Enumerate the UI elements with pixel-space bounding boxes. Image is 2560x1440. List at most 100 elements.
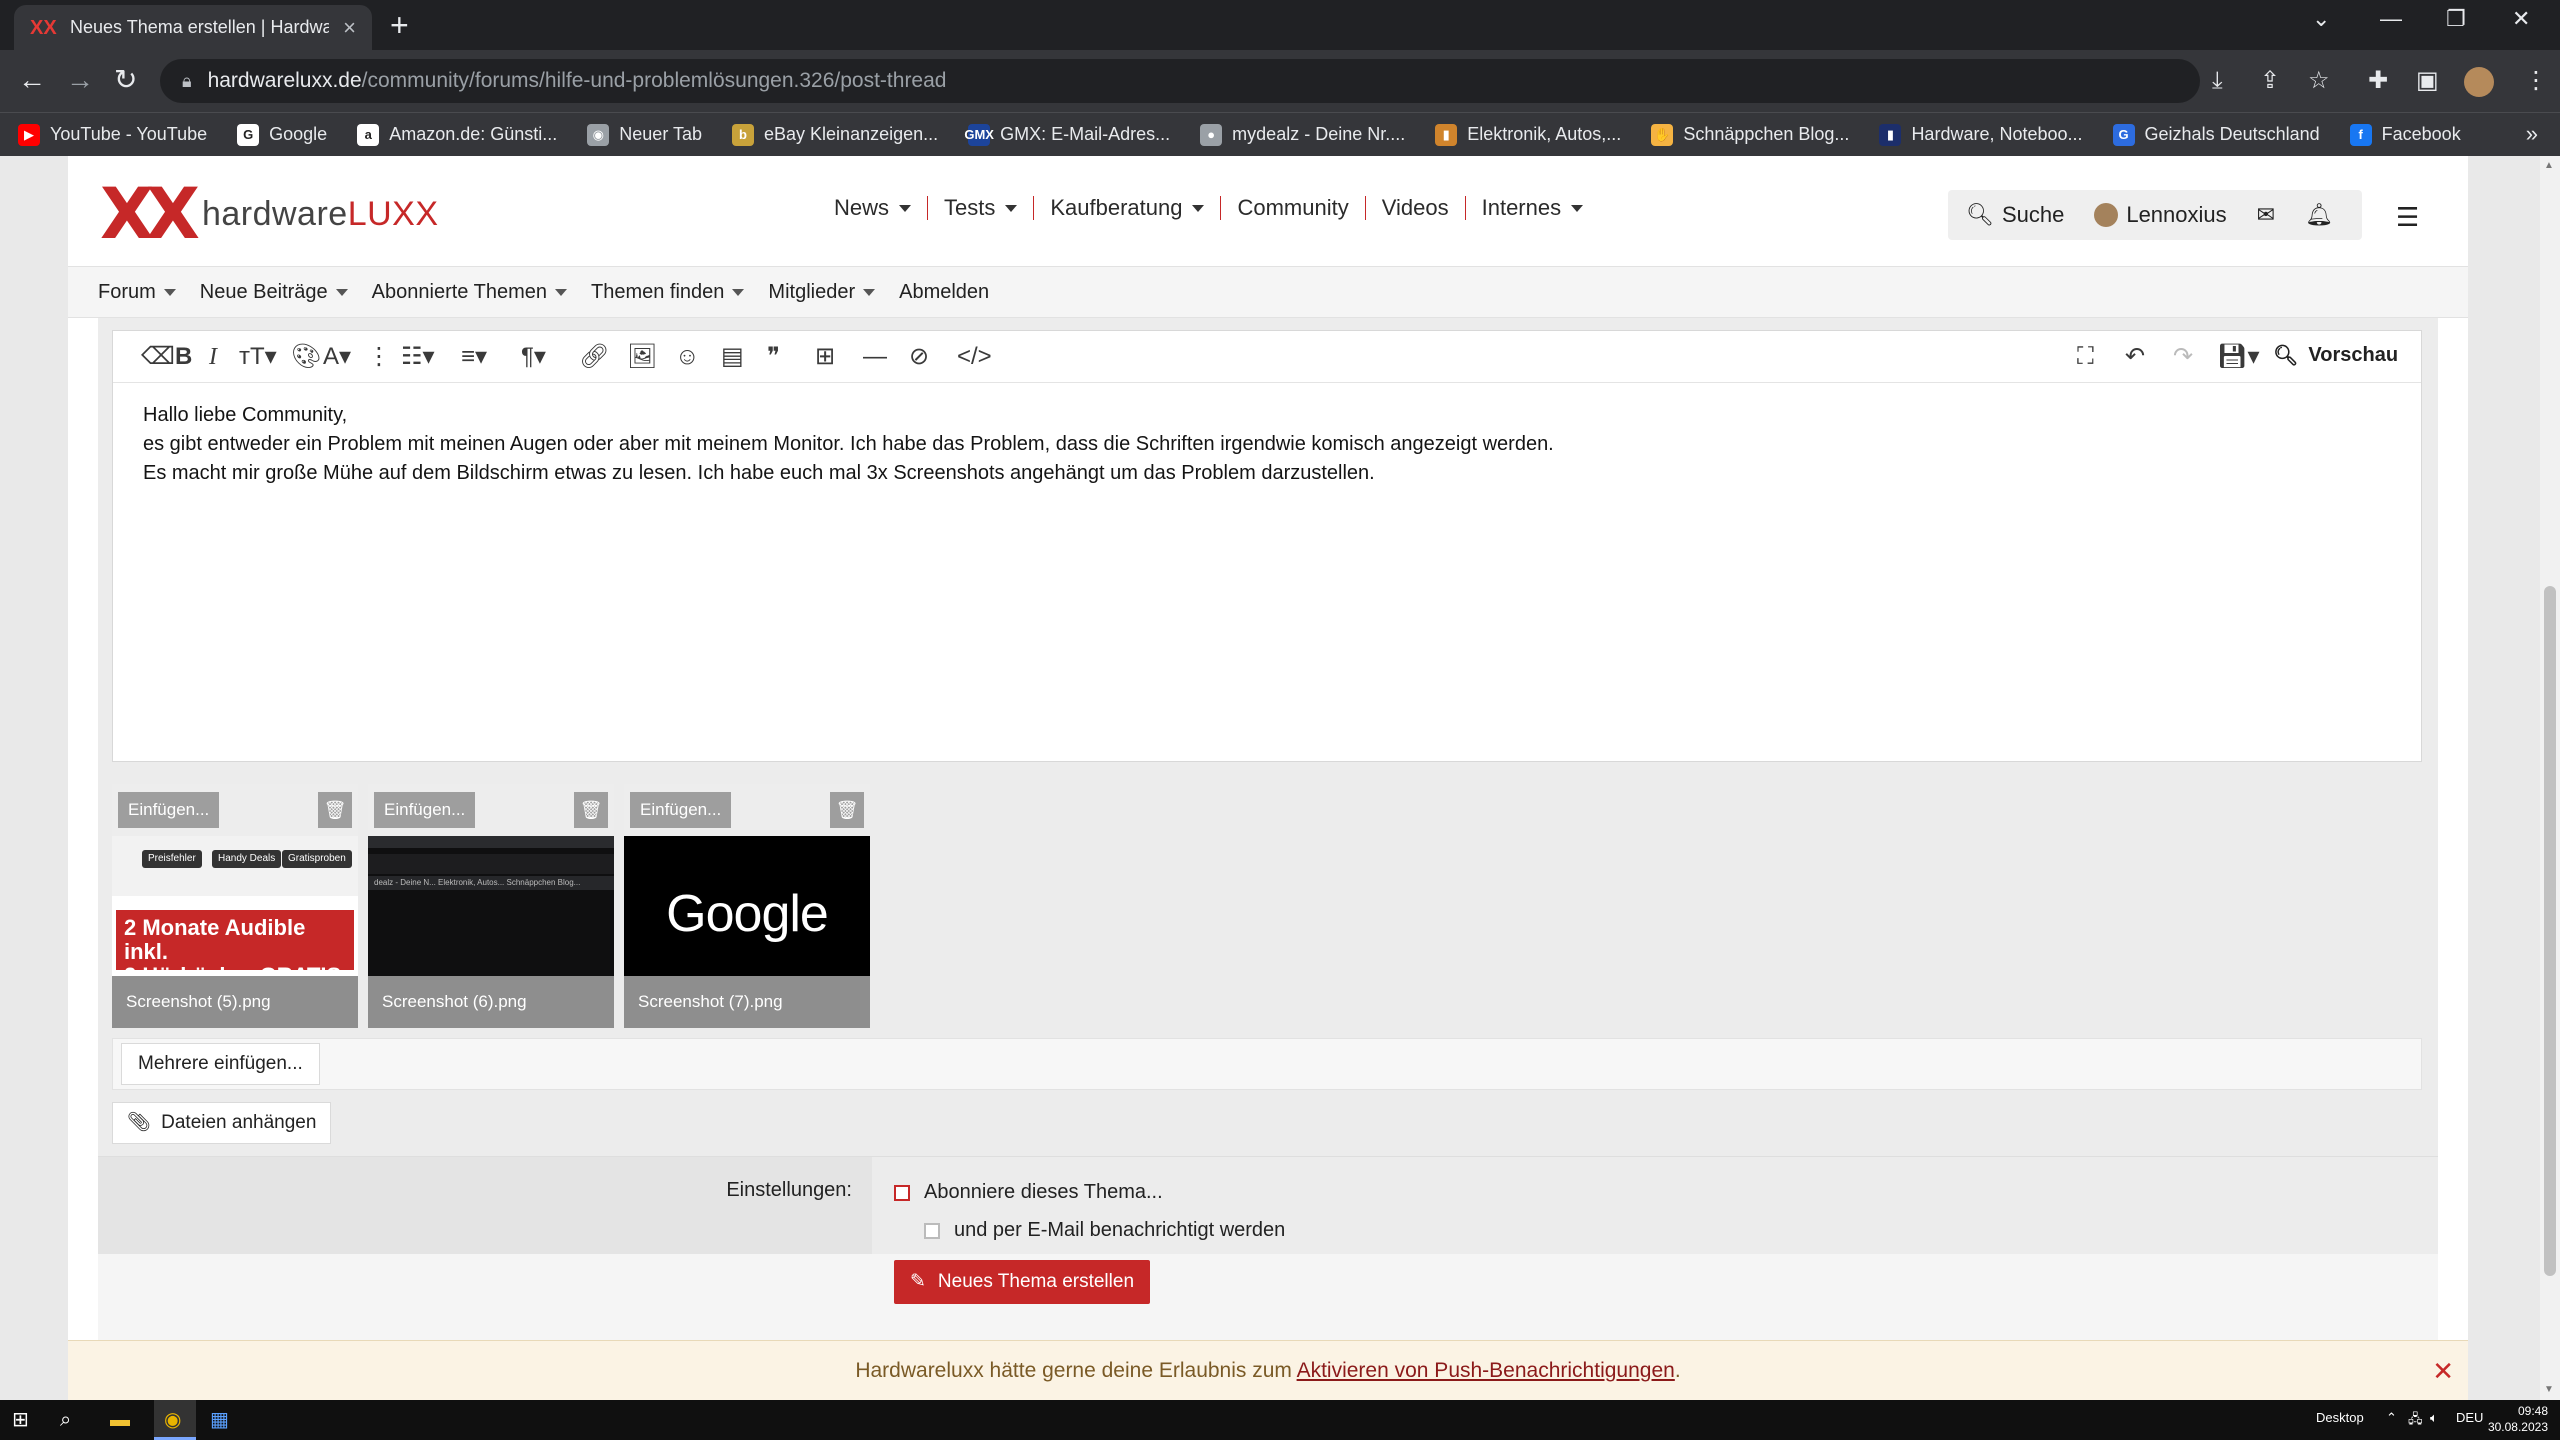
profile-avatar[interactable] <box>2464 67 2494 97</box>
bookmark-item[interactable]: f Facebook <box>2349 123 2461 146</box>
file-explorer-icon[interactable]: ▬ <box>110 1408 130 1432</box>
bookmark-item[interactable]: ▮ Elektronik, Autos,... <box>1435 123 1621 146</box>
spoiler-icon[interactable]: ⊘ <box>909 343 929 371</box>
volume-icon[interactable]: 🔈︎ <box>2430 1410 2438 1426</box>
bookmark-item[interactable]: G Google <box>237 123 327 146</box>
page-scrollbar[interactable]: ▲ ▼ <box>2540 156 2560 1400</box>
share-icon[interactable]: ⇪ <box>2260 67 2280 95</box>
list-icon[interactable]: ☷▾ <box>401 343 435 371</box>
horizontal-rule-icon[interactable]: — <box>863 343 887 371</box>
insert-button[interactable]: Einfügen... <box>630 792 732 828</box>
checkbox-box[interactable] <box>894 1184 910 1201</box>
nav-news[interactable]: News <box>818 196 929 220</box>
preview-button[interactable]: 🔍︎ Vorschau <box>2273 343 2398 368</box>
subnav-forum[interactable]: Forum <box>98 281 176 304</box>
link-icon[interactable]: 🔗︎ <box>579 343 609 371</box>
tray-chevron-icon[interactable]: ⌃ <box>2386 1410 2397 1426</box>
mail-icon[interactable]: ✉ <box>2257 202 2275 228</box>
nav-videos[interactable]: Videos <box>1366 196 1466 220</box>
close-icon[interactable]: ✕ <box>2432 1341 2454 1400</box>
bold-icon[interactable]: B <box>175 343 192 371</box>
email-notify-checkbox[interactable]: und per E-Mail benachrichtigt werden <box>924 1219 1285 1242</box>
search-button[interactable]: 🔍︎ Suche <box>1966 202 2064 228</box>
more-options-icon[interactable]: ⋮ <box>367 343 391 371</box>
subnav-logout[interactable]: Abmelden <box>899 281 989 304</box>
attach-files-button[interactable]: 📎︎ Dateien anhängen <box>112 1102 332 1144</box>
subscribe-checkbox[interactable]: Abonniere dieses Thema... <box>894 1181 1163 1204</box>
nav-tests[interactable]: Tests <box>928 196 1035 220</box>
subnav-find-threads[interactable]: Themen finden <box>591 281 745 304</box>
calculator-icon[interactable]: ▦ <box>210 1408 229 1432</box>
nav-internes[interactable]: Internes <box>1466 196 1600 220</box>
scrollbar-thumb[interactable] <box>2544 586 2556 1276</box>
scroll-up-icon[interactable]: ▲ <box>2544 160 2554 171</box>
back-arrow-icon[interactable]: ← <box>18 64 46 96</box>
site-logo[interactable]: XX hardwareLUXX <box>100 179 439 249</box>
attachment-thumbnail[interactable]: dealz - Deine N... Elektronik, Autos... … <box>368 836 614 976</box>
bookmark-item[interactable]: G Geizhals Deutschland <box>2112 123 2320 146</box>
user-menu[interactable]: Lennoxius <box>2094 202 2227 228</box>
tab-close-icon[interactable]: × <box>343 15 356 41</box>
subnav-subscribed[interactable]: Abonnierte Themen <box>372 281 567 304</box>
bookmark-item[interactable]: ▮ Hardware, Noteboo... <box>1879 123 2083 146</box>
image-icon[interactable]: 🖼︎ <box>627 343 657 371</box>
extensions-puzzle-icon[interactable]: ✚ <box>2368 67 2388 95</box>
bookmark-item[interactable]: ▶ YouTube - YouTube <box>18 123 207 146</box>
window-close-icon[interactable]: ✕ <box>2512 6 2530 32</box>
paragraph-icon[interactable]: ¶▾ <box>521 343 546 371</box>
palette-icon[interactable]: 🎨︎ <box>291 343 321 371</box>
subnav-new-posts[interactable]: Neue Beiträge <box>200 281 348 304</box>
editor-body[interactable]: Hallo liebe Community, es gibt entweder … <box>143 401 1554 488</box>
reload-icon[interactable]: ↻ <box>114 64 137 96</box>
bookmark-item[interactable]: GMX GMX: E-Mail-Adres... <box>964 123 1170 146</box>
code-icon[interactable]: </> <box>957 343 992 371</box>
bookmark-item[interactable]: ◉ Neuer Tab <box>587 123 702 146</box>
nav-kaufberatung[interactable]: Kaufberatung <box>1034 196 1222 220</box>
network-icon[interactable]: 🖧︎ <box>2408 1410 2423 1432</box>
trash-icon[interactable]: 🗑︎ <box>830 792 864 828</box>
bookmark-item[interactable]: b eBay Kleinanzeigen... <box>732 123 938 146</box>
hamburger-menu-icon[interactable]: ☰ <box>2396 202 2419 233</box>
forward-arrow-icon[interactable]: → <box>66 64 94 96</box>
new-tab-button[interactable]: + <box>390 8 409 42</box>
system-clock[interactable]: 09:48 30.08.2023 <box>2478 1403 2548 1435</box>
text-color-icon[interactable]: A▾ <box>323 343 351 371</box>
browser-tab-active[interactable]: XX Neues Thema erstellen | Hardwar × <box>14 5 372 50</box>
bookmark-item[interactable]: a Amazon.de: Günsti... <box>357 123 557 146</box>
table-icon[interactable]: ⊞ <box>815 343 835 371</box>
insert-button[interactable]: Einfügen... <box>118 792 220 828</box>
desktop-toolbar-label[interactable]: Desktop <box>2316 1410 2364 1425</box>
undo-icon[interactable]: ↶ <box>2125 343 2145 371</box>
attachment-thumbnail[interactable]: Google <box>624 836 870 976</box>
minimize-icon[interactable]: — <box>2380 6 2402 32</box>
insert-multiple-button[interactable]: Mehrere einfügen... <box>121 1043 320 1085</box>
enable-push-link[interactable]: Aktivieren von Push-Benachrichtigungen <box>1297 1359 1675 1382</box>
media-gallery-icon[interactable]: ▤ <box>721 343 744 371</box>
install-icon[interactable]: ⤓ <box>2212 67 2223 95</box>
quote-icon[interactable]: ❞ <box>767 343 780 371</box>
windows-start-icon[interactable]: ⊞ <box>12 1408 29 1432</box>
bookmarks-overflow-icon[interactable]: » <box>2526 121 2538 147</box>
font-size-icon[interactable]: тT▾ <box>239 343 277 371</box>
fullscreen-icon[interactable]: ⛶ <box>2077 343 2094 371</box>
bookmark-item[interactable]: ✋ Schnäppchen Blog... <box>1651 123 1849 146</box>
side-panel-icon[interactable]: ▣ <box>2416 67 2439 95</box>
trash-icon[interactable]: 🗑︎ <box>574 792 608 828</box>
italic-icon[interactable]: I <box>209 343 217 371</box>
bell-icon[interactable]: 🔔︎ <box>2305 202 2333 228</box>
tab-search-chevron-icon[interactable]: ⌄ <box>2312 6 2330 32</box>
smiley-icon[interactable]: ☺ <box>675 343 700 371</box>
eraser-icon[interactable]: ⌫ <box>141 343 175 371</box>
drafts-icon[interactable]: 💾︎▾ <box>2217 343 2260 371</box>
scroll-down-icon[interactable]: ▼ <box>2544 1384 2554 1395</box>
nav-community[interactable]: Community <box>1221 196 1366 220</box>
chrome-menu-icon[interactable]: ⋮ <box>2524 67 2548 95</box>
bookmark-item[interactable]: ● mydealz - Deine Nr.... <box>1200 123 1405 146</box>
checkbox-box[interactable] <box>924 1222 940 1239</box>
align-icon[interactable]: ≡▾ <box>461 343 487 371</box>
search-icon[interactable]: ⌕ <box>60 1408 71 1432</box>
insert-button[interactable]: Einfügen... <box>374 792 476 828</box>
attachment-thumbnail[interactable]: Preisfehler Handy Deals Gratisproben 2 M… <box>112 836 358 976</box>
subnav-members[interactable]: Mitglieder <box>768 281 876 304</box>
address-bar[interactable]: 🔒︎ hardwareluxx.de/community/forums/hilf… <box>160 59 2200 103</box>
